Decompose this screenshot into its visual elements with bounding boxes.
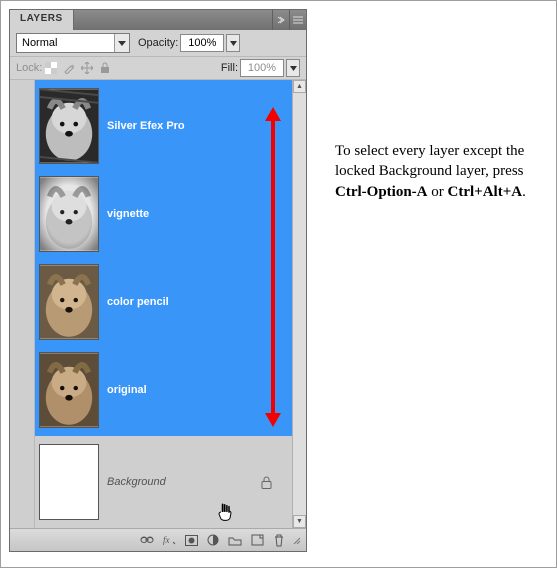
layer-row[interactable]: color pencil [35, 260, 292, 344]
figure: LAYERS Normal Opacity: 100% [0, 0, 557, 568]
layer-name[interactable]: original [107, 384, 147, 396]
layer-row[interactable]: Silver Efex Pro [35, 84, 292, 168]
opacity-label: Opacity: [138, 37, 178, 49]
chevron-down-icon [114, 34, 129, 52]
fill-label: Fill: [221, 62, 238, 74]
lock-transparency-icon[interactable] [44, 61, 58, 75]
layers-panel: LAYERS Normal Opacity: 100% [9, 9, 307, 552]
layers-scroll-area: Silver Efex Pro vignette color pencil or… [35, 80, 292, 528]
visibility-column [10, 80, 35, 528]
layer-row[interactable]: original [35, 348, 292, 432]
layer-mask-icon[interactable] [181, 532, 201, 548]
layer-name[interactable]: Background [107, 476, 166, 488]
fill-flyout-icon[interactable] [286, 59, 300, 77]
panel-titlebar: LAYERS [10, 10, 306, 30]
lock-icon [261, 476, 272, 489]
blend-mode-value: Normal [17, 37, 114, 49]
panel-menu-icon[interactable] [289, 10, 306, 30]
lock-paint-icon[interactable] [62, 61, 76, 75]
scroll-up-icon[interactable]: ▲ [293, 80, 306, 93]
layer-thumbnail[interactable] [39, 88, 99, 164]
caption-text: To select every layer except the locked … [335, 143, 524, 179]
opacity-input[interactable]: 100% [180, 34, 224, 52]
blend-mode-select[interactable]: Normal [16, 33, 130, 53]
blend-opacity-row: Normal Opacity: 100% [10, 30, 306, 57]
opacity-flyout-icon[interactable] [226, 34, 240, 52]
svg-text:fx: fx [163, 535, 170, 545]
lock-fill-row: Lock: Fill: 100% [10, 57, 306, 80]
layer-thumbnail[interactable] [39, 352, 99, 428]
caption-shortcut-2: Ctrl+Alt+A [448, 184, 523, 200]
lock-position-icon[interactable] [80, 61, 94, 75]
layer-name[interactable]: Silver Efex Pro [107, 120, 185, 132]
caption-text: . [522, 184, 526, 200]
fill-input[interactable]: 100% [240, 59, 284, 77]
panel-collapse-icon[interactable] [272, 10, 289, 30]
layers-list: Silver Efex Pro vignette color pencil or… [10, 80, 306, 528]
scrollbar[interactable]: ▲ ▼ [292, 80, 306, 528]
caption: To select every layer except the locked … [335, 141, 535, 202]
layer-thumbnail[interactable] [39, 264, 99, 340]
layer-row[interactable]: Background [35, 440, 292, 524]
link-layers-icon[interactable] [137, 532, 157, 548]
new-group-icon[interactable] [225, 532, 245, 548]
scroll-down-icon[interactable]: ▼ [293, 515, 306, 528]
lock-label: Lock: [16, 62, 42, 74]
layer-name[interactable]: color pencil [107, 296, 169, 308]
panel-bottom-bar: fx [10, 528, 306, 551]
caption-text: or [428, 184, 448, 200]
layer-row[interactable]: vignette [35, 172, 292, 256]
panel-tab-layers[interactable]: LAYERS [10, 10, 74, 30]
delete-layer-icon[interactable] [269, 532, 289, 548]
layer-thumbnail[interactable] [39, 176, 99, 252]
layer-style-icon[interactable]: fx [159, 532, 179, 548]
layer-thumbnail[interactable] [39, 444, 99, 520]
layer-name[interactable]: vignette [107, 208, 149, 220]
lock-all-icon[interactable] [98, 61, 112, 75]
adjustment-layer-icon[interactable] [203, 532, 223, 548]
new-layer-icon[interactable] [247, 532, 267, 548]
resize-grip-icon[interactable] [291, 532, 301, 548]
caption-shortcut-1: Ctrl-Option-A [335, 184, 428, 200]
